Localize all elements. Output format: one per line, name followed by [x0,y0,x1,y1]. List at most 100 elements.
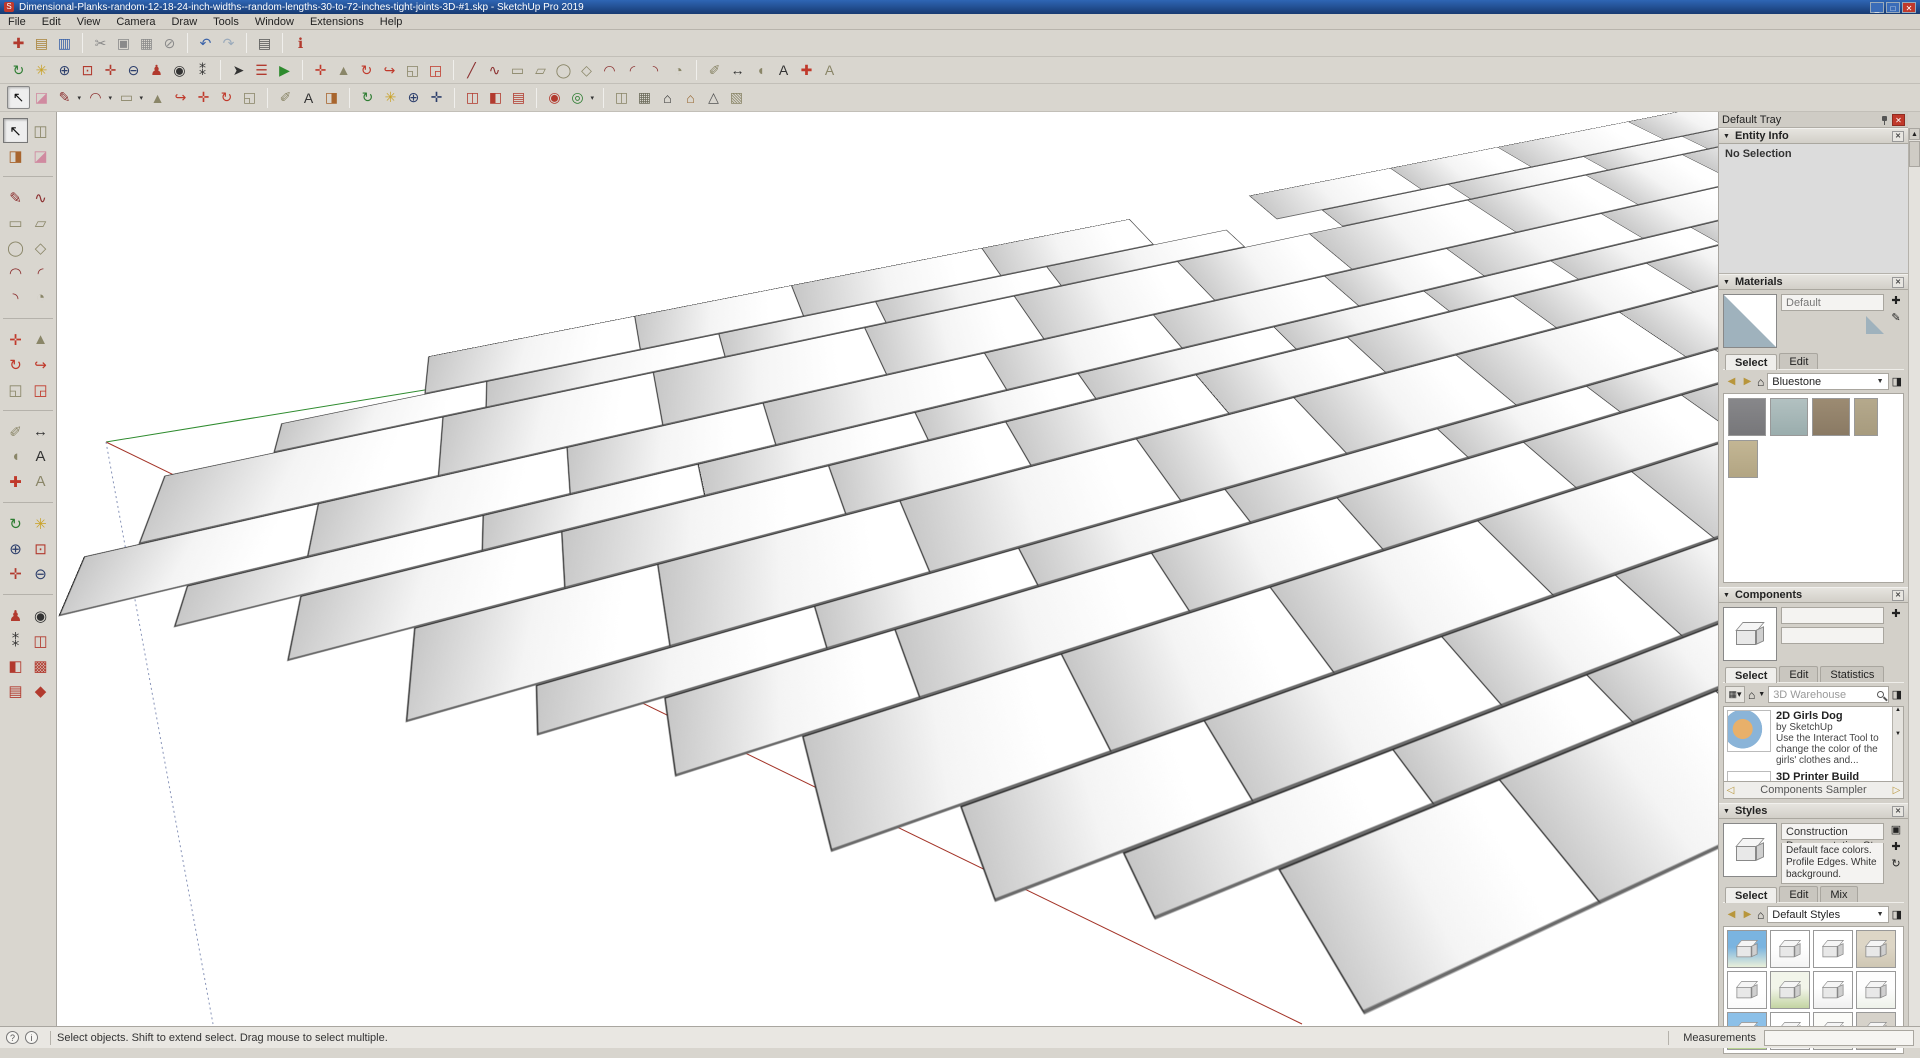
section-plane-tool[interactable]: ◫ [28,628,53,653]
warehouse-search-input[interactable]: 3D Warehouse [1768,686,1888,703]
component-sampler-button[interactable]: ◫ [610,86,633,109]
save-button[interactable]: ▥ [53,32,76,55]
orbit-button[interactable]: ↻ [7,59,30,82]
styles-collection-dropdown[interactable]: Default Styles▼ [1767,906,1888,923]
three-point-arc-button[interactable]: ◝ [644,59,667,82]
dimension-button[interactable]: ↔ [726,59,749,82]
move-tool[interactable]: ✛ [3,327,28,352]
line-dropdown-icon[interactable]: ▾ [77,94,81,102]
3d-warehouse-button[interactable]: ▦ [633,86,656,109]
materials-collection-dropdown[interactable]: Bluestone▼ [1767,373,1888,390]
rotate-button[interactable]: ↻ [355,59,378,82]
styles-tab-select[interactable]: Select [1725,887,1777,903]
text-tool[interactable]: A [28,444,53,469]
component-item[interactable]: 2D Girls Dogby SketchUpUse the Interact … [1727,710,1900,766]
arc-button[interactable]: ◠ [598,59,621,82]
push-pull-button[interactable]: ▲ [146,86,169,109]
tape-measure-button[interactable]: ✐ [703,59,726,82]
arc-button[interactable]: ◠▾ [84,86,107,109]
close-button[interactable]: ✕ [1902,2,1916,13]
menu-edit[interactable]: Edit [34,15,69,29]
share-model-button[interactable]: △ [702,86,725,109]
style-green-ground[interactable] [1770,971,1810,1009]
materials-header[interactable]: ▼ Materials ✕ [1719,274,1908,290]
line-tool[interactable]: ✎ [3,185,28,210]
move-button[interactable]: ✛ [309,59,332,82]
styles-header[interactable]: ▼ Styles ✕ [1719,803,1908,819]
materials-tab-edit[interactable]: Edit [1779,353,1818,369]
position-camera-tool[interactable]: ♟ [3,603,28,628]
orbit-button[interactable]: ↻ [356,86,379,109]
material-swatch-stone-brown[interactable] [1812,398,1850,436]
menu-window[interactable]: Window [247,15,302,29]
reverse-section-tool[interactable]: ◆ [28,678,53,703]
back-arrow-icon[interactable]: ◀ [1725,909,1738,920]
zoom-previous-tool[interactable]: ⊖ [28,561,53,586]
protractor-tool[interactable]: ◖ [3,444,28,469]
styles-tab-edit[interactable]: Edit [1779,886,1818,902]
offset-button[interactable]: ◲ [424,59,447,82]
material-swatch-stone-tan-narrow[interactable] [1854,398,1878,436]
redo-button[interactable]: ↷ [217,32,240,55]
follow-me-tool[interactable]: ↪ [28,352,53,377]
rectangle-button[interactable]: ▭ [506,59,529,82]
back-arrow-icon[interactable]: ◀ [1725,376,1738,387]
components-tab-statistics[interactable]: Statistics [1820,666,1884,682]
collapse-icon[interactable]: ▼ [1723,279,1730,286]
print-button[interactable]: ▤ [253,32,276,55]
pan-button[interactable]: ✳ [379,86,402,109]
paste-button[interactable]: ▦ [135,32,158,55]
geo-location-dropdown-icon[interactable]: ▾ [590,94,594,102]
search-icon[interactable] [1877,691,1884,698]
rectangle-tool[interactable]: ▭ [3,210,28,235]
arc-tool[interactable]: ◠ [3,260,28,285]
line-button[interactable]: ✎▾ [53,86,76,109]
3d-text-tool[interactable]: A [28,469,53,494]
look-around-button[interactable]: ◉ [168,59,191,82]
rotate-button[interactable]: ↻ [215,86,238,109]
copy-button[interactable]: ▣ [112,32,135,55]
zoom-extents-tool[interactable]: ✛ [3,561,28,586]
text-button[interactable]: A [772,59,795,82]
3d-text-button[interactable]: A [818,59,841,82]
freehand-tool[interactable]: ∿ [28,185,53,210]
select-tool-button[interactable]: ➤ [227,59,250,82]
axes-button[interactable]: ✚ [795,59,818,82]
share-component-button[interactable]: ▧ [725,86,748,109]
orbit-tool[interactable]: ↻ [3,511,28,536]
update-style-icon[interactable]: ↻ [1891,857,1900,870]
in-model-icon[interactable]: ⌂ [1757,375,1764,389]
components-tab-edit[interactable]: Edit [1779,666,1818,682]
menu-view[interactable]: View [69,15,109,29]
collapse-icon[interactable]: ▼ [1723,133,1730,140]
3d-viewport[interactable] [57,112,1718,1026]
two-point-arc-button[interactable]: ◜ [621,59,644,82]
walk-button[interactable]: ⁑ [191,59,214,82]
scale-tool[interactable]: ◱ [3,377,28,402]
zoom-extents-button[interactable]: ✛ [425,86,448,109]
menu-file[interactable]: File [0,15,34,29]
collapse-icon[interactable]: ▼ [1723,808,1730,815]
position-camera-button[interactable]: ♟ [145,59,168,82]
scroll-up-icon[interactable]: ▲ [1909,128,1920,140]
freehand-button[interactable]: ∿ [483,59,506,82]
materials-close[interactable]: ✕ [1892,277,1904,288]
pin-icon[interactable] [1879,115,1889,125]
material-name-field[interactable]: Default [1781,294,1884,311]
section-cuts-tool[interactable]: ▤ [3,678,28,703]
section-cuts-button[interactable]: ▤ [507,86,530,109]
zoom-tool[interactable]: ⊕ [3,536,28,561]
tape-measure-tool[interactable]: ✐ [3,419,28,444]
pan-tool[interactable]: ✳ [28,511,53,536]
entity-info-header[interactable]: ▼ Entity Info ✕ [1719,128,1908,144]
measurements-input[interactable] [1764,1030,1914,1046]
create-component-icon[interactable]: ✚ [1891,607,1900,620]
style-sketch[interactable] [1727,971,1767,1009]
sampler-prev-icon[interactable]: ◁ [1724,785,1737,796]
style-blue-sky[interactable] [1727,930,1767,968]
view-options-button[interactable]: ▦▾ [1725,686,1745,703]
push-pull-tool[interactable]: ▲ [28,327,53,352]
follow-me-button[interactable]: ↪ [378,59,401,82]
components-close[interactable]: ✕ [1892,590,1904,601]
new-button[interactable]: ✚ [7,32,30,55]
